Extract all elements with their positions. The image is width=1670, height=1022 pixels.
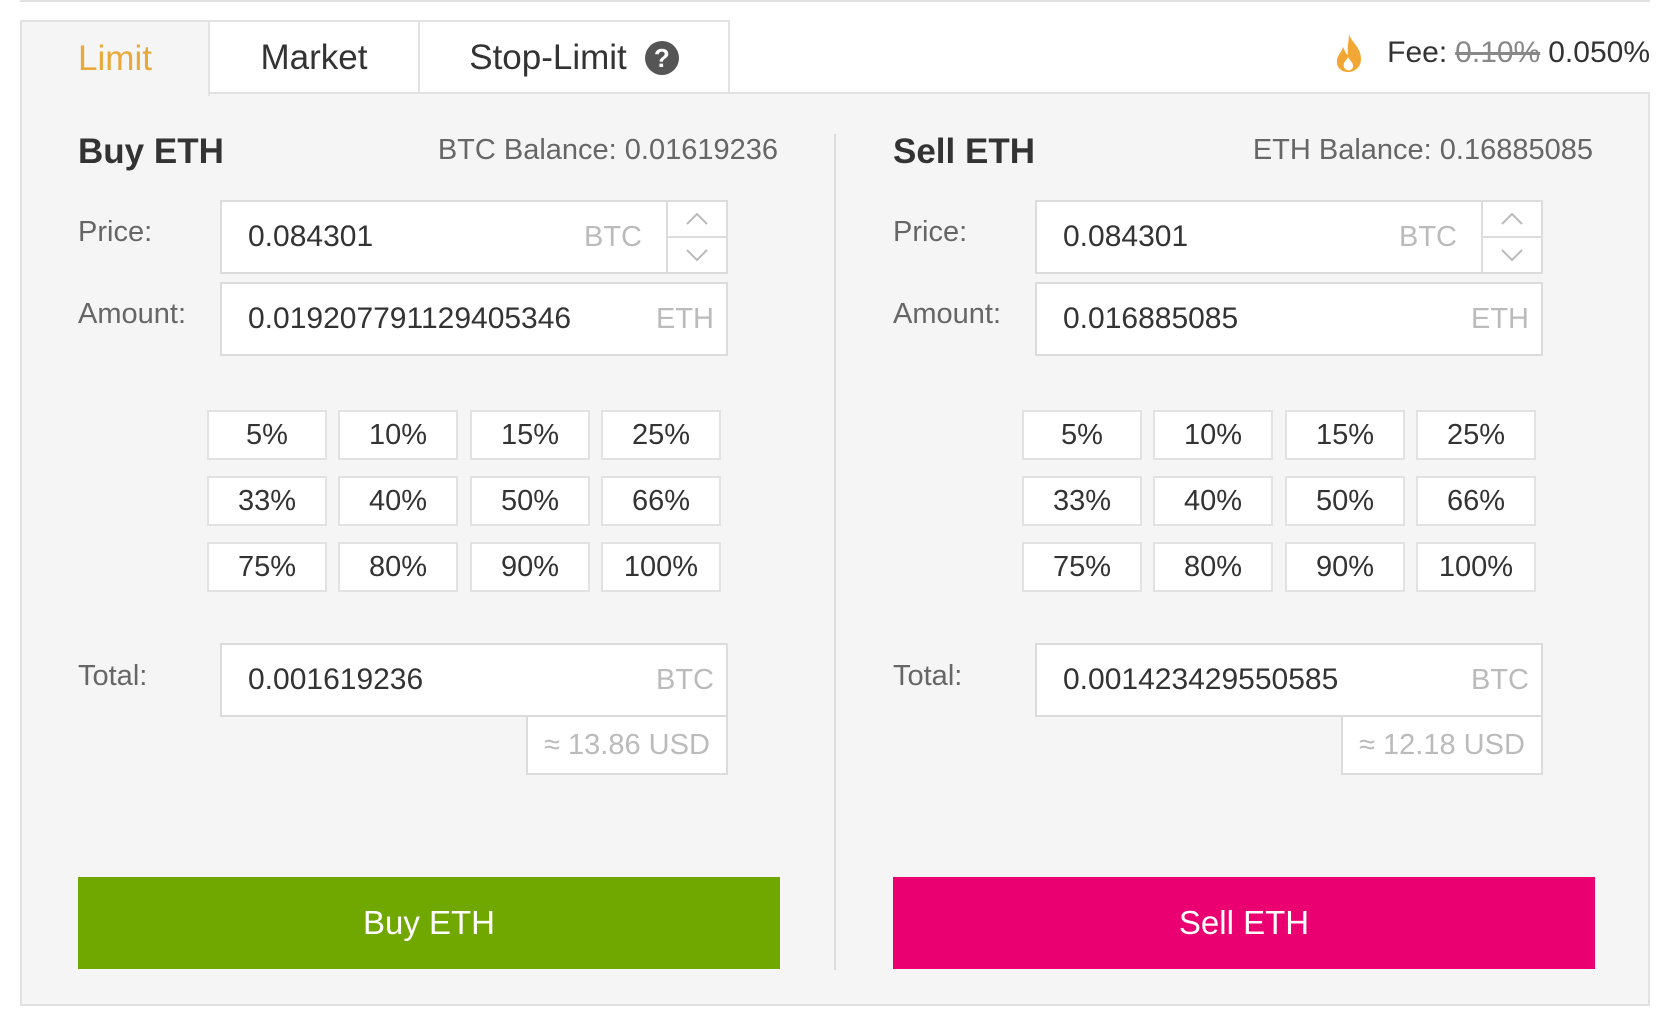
percent-button[interactable]: 25% [601,410,721,460]
price-unit: BTC [1399,220,1457,253]
buy-form: Buy ETH BTC Balance: 0.01619236 Price: 0… [78,92,780,1006]
total-unit: BTC [1471,663,1529,696]
percent-button[interactable]: 40% [338,476,458,526]
fee-current-rate: 0.050% [1548,36,1650,69]
percent-button[interactable]: 5% [1022,410,1142,460]
increment-button[interactable] [1483,202,1541,236]
chevron-down-icon [686,249,708,261]
percent-button[interactable]: 75% [1022,542,1142,592]
usd-estimate: ≈ 12.18 USD [1341,717,1543,775]
chevron-up-icon [1501,213,1523,225]
sell-total-input[interactable]: 0.001423429550585 BTC [1035,643,1543,717]
percent-button[interactable]: 33% [207,476,327,526]
tab-stop-limit[interactable]: Stop-Limit ? [418,20,730,94]
decrement-button[interactable] [1483,236,1541,272]
price-value: 0.084301 [1063,220,1189,253]
tab-label: Limit [78,39,152,78]
percent-button[interactable]: 15% [1285,410,1405,460]
top-border [20,0,1650,2]
tab-limit[interactable]: Limit [20,20,210,96]
amount-value: 0.016885085 [1063,302,1239,335]
price-stepper [1481,202,1541,272]
fee-old-rate: 0.10% [1455,36,1541,69]
buy-amount-input[interactable]: 0.019207791129405346 ETH [220,282,728,356]
percent-button[interactable]: 10% [338,410,458,460]
percent-button[interactable]: 10% [1153,410,1273,460]
percent-button[interactable]: 90% [1285,542,1405,592]
usd-estimate: ≈ 13.86 USD [526,717,728,775]
amount-value: 0.019207791129405346 [248,302,572,335]
amount-unit: ETH [1471,302,1529,335]
sell-title: Sell ETH [893,132,1035,171]
price-unit: BTC [584,220,642,253]
percent-button[interactable]: 100% [1416,542,1536,592]
fee-info: Fee: 0.10% 0.050% [1331,30,1650,76]
amount-label: Amount: [78,298,186,330]
fee-label: Fee: [1387,36,1448,69]
buy-eth-button[interactable]: Buy ETH [78,877,780,969]
buy-title: Buy ETH [78,132,224,171]
percent-button[interactable]: 100% [601,542,721,592]
percent-button[interactable]: 66% [601,476,721,526]
help-icon[interactable]: ? [644,41,679,75]
chevron-up-icon [686,213,708,225]
percent-button[interactable]: 25% [1416,410,1536,460]
percent-button[interactable]: 33% [1022,476,1142,526]
total-value: 0.001619236 [248,663,424,696]
total-unit: BTC [656,663,714,696]
percent-button[interactable]: 66% [1416,476,1536,526]
eth-balance: ETH Balance: 0.16885085 [1252,134,1593,166]
percent-button[interactable]: 80% [338,542,458,592]
price-stepper [666,202,726,272]
price-label: Price: [78,216,153,248]
tab-label: Stop-Limit [469,38,627,77]
buy-price-input[interactable]: 0.084301 BTC [220,200,728,274]
amount-unit: ETH [656,302,714,335]
increment-button[interactable] [668,202,726,236]
percent-button[interactable]: 15% [470,410,590,460]
percent-button[interactable]: 50% [470,476,590,526]
chevron-down-icon [1501,249,1523,261]
btc-balance: BTC Balance: 0.01619236 [437,134,778,166]
amount-label: Amount: [893,298,1001,330]
percent-button[interactable]: 80% [1153,542,1273,592]
percent-button[interactable]: 40% [1153,476,1273,526]
sell-amount-input[interactable]: 0.016885085 ETH [1035,282,1543,356]
decrement-button[interactable] [668,236,726,272]
sell-form: Sell ETH ETH Balance: 0.16885085 Price: … [893,92,1595,1006]
tab-label: Market [260,38,368,77]
tab-market[interactable]: Market [208,20,420,94]
sell-price-input[interactable]: 0.084301 BTC [1035,200,1543,274]
total-value: 0.001423429550585 [1063,663,1339,696]
total-label: Total: [893,660,963,692]
buy-total-input[interactable]: 0.001619236 BTC [220,643,728,717]
price-label: Price: [893,216,968,248]
percent-button[interactable]: 5% [207,410,327,460]
price-value: 0.084301 [248,220,374,253]
panel-divider [834,134,836,970]
flame-icon [1337,34,1362,72]
percent-button[interactable]: 50% [1285,476,1405,526]
percent-button[interactable]: 75% [207,542,327,592]
total-label: Total: [78,660,148,692]
sell-eth-button[interactable]: Sell ETH [893,877,1595,969]
percent-button[interactable]: 90% [470,542,590,592]
